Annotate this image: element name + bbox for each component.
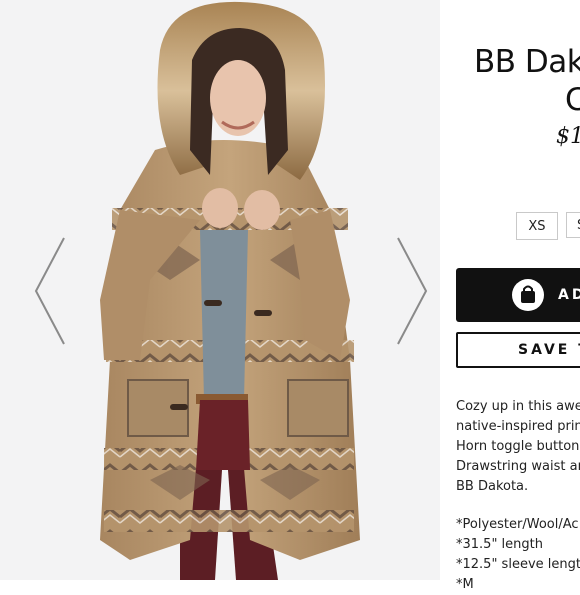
shopping-bag-icon	[512, 279, 544, 311]
save-to-wishlist-button[interactable]: SAVE T	[456, 332, 580, 368]
product-title-line1: BB Dako	[474, 44, 580, 80]
chevron-left-icon	[34, 237, 65, 345]
product-description: Cozy up in this awes native-inspired pri…	[456, 397, 580, 595]
product-title: BB Dako	[474, 44, 580, 80]
add-to-bag-label: AD	[558, 287, 580, 303]
description-line: Cozy up in this awes	[456, 399, 580, 414]
spec-line: *M	[456, 577, 474, 592]
add-to-bag-button[interactable]: AD	[456, 268, 580, 322]
spec-line: *Polyester/Wool/Ac	[456, 517, 579, 532]
size-option-s[interactable]: S	[566, 212, 580, 238]
save-button-label: SAVE T	[518, 342, 580, 358]
description-line: BB Dakota.	[456, 479, 529, 494]
description-line: Drawstring waist and	[456, 459, 580, 474]
size-option-xs[interactable]: XS	[516, 212, 558, 240]
chevron-right-icon	[397, 237, 428, 345]
description-line: native-inspired print	[456, 419, 580, 434]
description-line: Horn toggle buttons	[456, 439, 580, 454]
product-image	[0, 0, 440, 580]
product-title-line2: C	[565, 82, 580, 118]
spec-line: *12.5" sleeve length	[456, 557, 580, 572]
product-price: $1	[556, 124, 580, 149]
spec-line: *31.5" length	[456, 537, 543, 552]
